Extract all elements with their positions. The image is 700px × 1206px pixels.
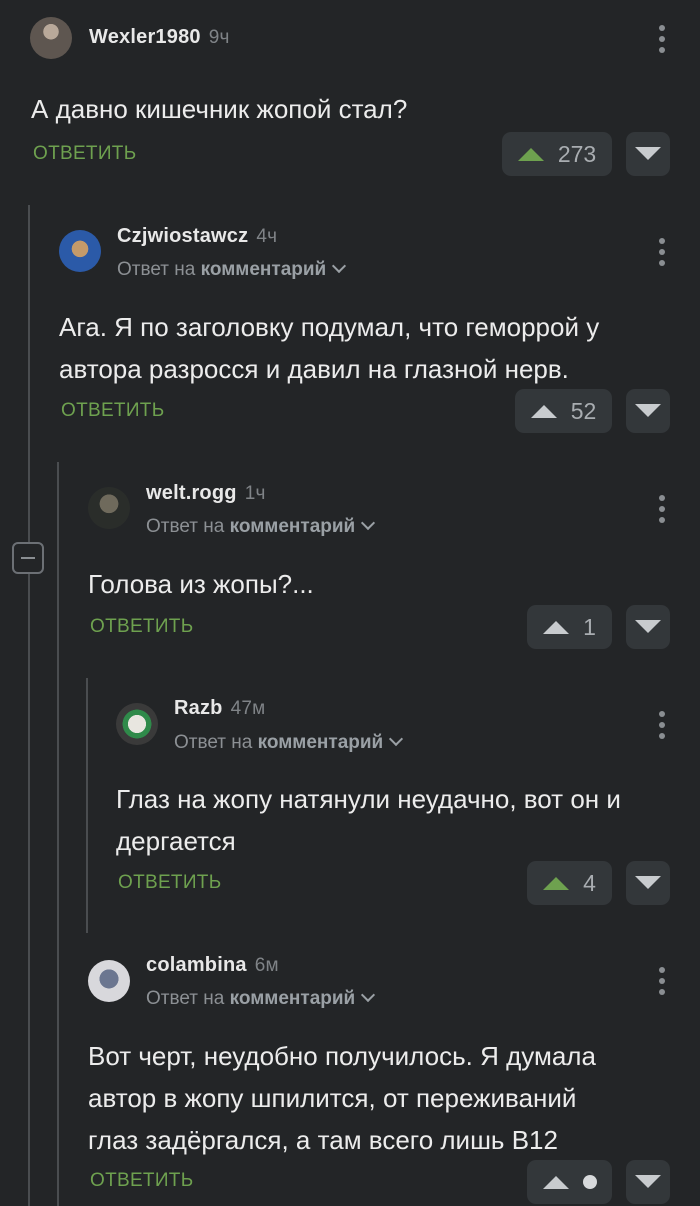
vote-count: 4: [583, 869, 596, 896]
vote-down-button[interactable]: [626, 861, 670, 905]
avatar[interactable]: [88, 960, 130, 1002]
loading-dot-icon: [582, 1175, 597, 1189]
comment-text: А давно кишечник жопой стал?: [31, 94, 408, 124]
avatar[interactable]: [88, 487, 130, 529]
reply-button[interactable]: ОТВЕТИТЬ: [61, 400, 164, 422]
comment-time: 47м: [230, 698, 266, 719]
chevron-down-icon: [389, 731, 404, 747]
vote-up-icon: [517, 147, 544, 161]
vote-up-icon: [542, 1175, 569, 1189]
reply-to[interactable]: Ответ на комментарий: [174, 731, 404, 754]
vote-up-button[interactable]: 273: [502, 132, 612, 176]
vote-up-button[interactable]: 4: [527, 861, 612, 905]
more-icon[interactable]: [659, 711, 665, 739]
reply-button[interactable]: ОТВЕТИТЬ: [33, 143, 136, 165]
vote-down-icon: [635, 404, 661, 417]
avatar[interactable]: [59, 230, 101, 272]
username[interactable]: Czjwiostawcz 4ч: [117, 225, 277, 248]
vote-down-button[interactable]: [626, 389, 670, 433]
vote-down-button[interactable]: [626, 605, 670, 649]
more-icon[interactable]: [659, 967, 665, 995]
chevron-down-icon: [361, 987, 376, 1003]
avatar[interactable]: [30, 17, 72, 59]
reply-to[interactable]: Ответ на комментарий: [146, 515, 376, 538]
username[interactable]: welt.rogg 1ч: [146, 482, 266, 505]
reply-button[interactable]: ОТВЕТИТЬ: [118, 872, 221, 894]
reply-button[interactable]: ОТВЕТИТЬ: [90, 1170, 193, 1192]
vote-down-icon: [635, 1175, 661, 1188]
vote-up-icon: [530, 404, 557, 418]
comment-time: 1ч: [244, 483, 266, 504]
reply-button[interactable]: ОТВЕТИТЬ: [90, 616, 193, 638]
vote-down-icon: [635, 876, 661, 889]
comment-text: Ага. Я по заголовку подумал, что геморро…: [59, 312, 600, 384]
vote-up-button[interactable]: 1: [527, 605, 612, 649]
collapse-icon[interactable]: [12, 542, 44, 574]
vote-count: 273: [557, 140, 597, 167]
vote-up-icon: [543, 620, 570, 634]
avatar[interactable]: [116, 703, 158, 745]
username[interactable]: Wexler1980 9ч: [89, 26, 230, 49]
vote-down-button[interactable]: [626, 132, 670, 176]
thread-line-3: [86, 678, 88, 933]
username[interactable]: colambina 6м: [146, 954, 279, 977]
thread-line-1: [28, 205, 30, 1206]
vote-down-button[interactable]: [626, 1160, 670, 1204]
vote-up-button[interactable]: [527, 1160, 612, 1204]
more-icon[interactable]: [659, 495, 665, 523]
comment-text: Вот черт, неудобно получилось. Я думала а…: [88, 1041, 596, 1155]
chevron-down-icon: [332, 258, 347, 274]
chevron-down-icon: [361, 515, 376, 531]
vote-down-icon: [635, 620, 661, 633]
vote-count: 52: [570, 397, 597, 424]
vote-up-icon: [543, 876, 570, 890]
vote-up-button[interactable]: 52: [515, 389, 612, 433]
comment-text: Голова из жопы?...: [88, 569, 314, 599]
comment-time: 6м: [254, 955, 279, 976]
comment-time: 4ч: [256, 226, 278, 247]
reply-to[interactable]: Ответ на комментарий: [146, 987, 376, 1010]
vote-count: 1: [583, 613, 596, 640]
more-icon[interactable]: [659, 25, 665, 53]
more-icon[interactable]: [659, 238, 665, 266]
username[interactable]: Razb 47м: [174, 697, 265, 720]
reply-to[interactable]: Ответ на комментарий: [117, 258, 347, 281]
comment-text: Глаз на жопу натянули неудачно, вот он и…: [116, 784, 621, 856]
comment-time: 9ч: [208, 27, 230, 48]
vote-down-icon: [635, 147, 661, 160]
thread-line-2: [57, 462, 59, 1206]
